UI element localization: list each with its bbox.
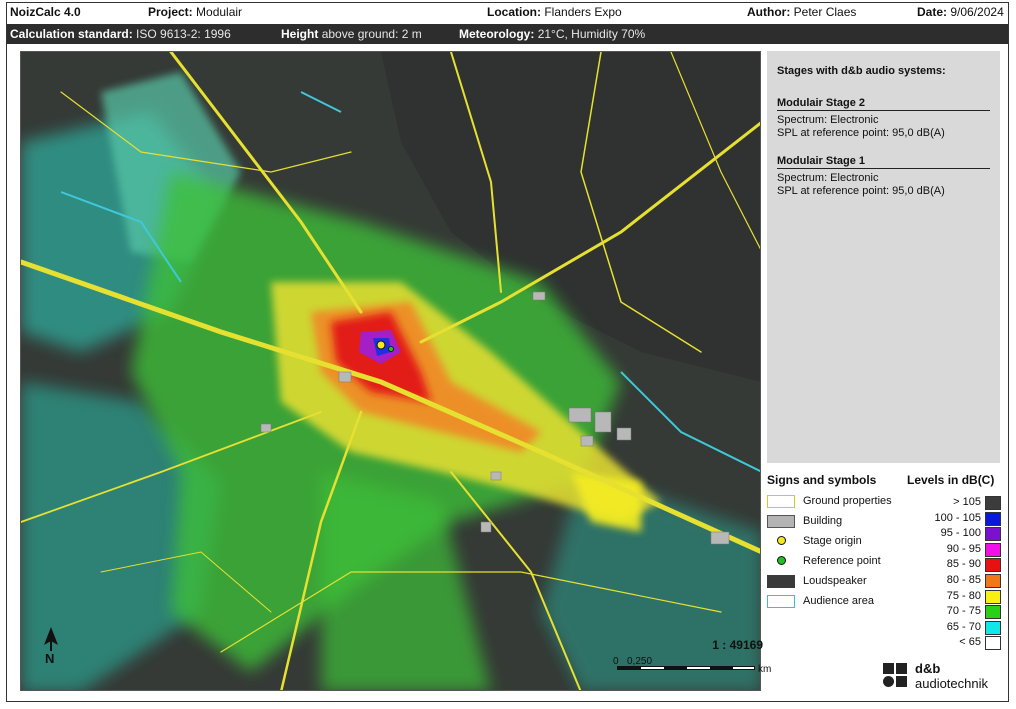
stages-panel: Stages with d&b audio systems: Modulair … xyxy=(767,51,1000,463)
level-label: 90 - 95 xyxy=(946,542,981,555)
author-value: Peter Claes xyxy=(793,5,857,19)
level-color-swatch xyxy=(985,636,1001,651)
levels-title: Levels in dB(C) xyxy=(907,473,995,487)
level-row: 80 - 85 xyxy=(907,573,1005,589)
project-field: Project: Modulair xyxy=(148,5,243,19)
level-label: 70 - 75 xyxy=(946,605,981,618)
ground-properties-icon xyxy=(767,495,795,508)
level-color-swatch xyxy=(985,527,1001,542)
location-field: Location: Flanders Expo xyxy=(487,5,622,19)
scale-bar-graphic xyxy=(617,666,755,670)
author-field: Author: Peter Claes xyxy=(747,5,857,19)
stage-spl: SPL at reference point: 95,0 dB(A) xyxy=(777,185,945,197)
level-color-swatch xyxy=(985,573,1001,588)
logo-mark-icon xyxy=(883,663,909,689)
level-label: 95 - 100 xyxy=(940,527,981,540)
building-icon xyxy=(767,515,795,528)
scale-ratio: 1 : 49169 xyxy=(712,638,763,652)
stage-origin-marker[interactable] xyxy=(376,340,386,350)
level-label: 100 - 105 xyxy=(934,511,981,524)
level-label: 85 - 90 xyxy=(946,558,981,571)
level-row: 100 - 105 xyxy=(907,511,1005,527)
north-label: N xyxy=(45,651,55,666)
height-info: Height above ground: 2 m xyxy=(281,27,422,41)
legend-item: Reference point xyxy=(767,553,907,573)
level-label: 75 - 80 xyxy=(946,589,981,602)
level-label: < 65 xyxy=(959,636,981,649)
stage-spectrum: Spectrum: Electronic xyxy=(777,114,879,126)
north-arrow: N xyxy=(41,625,61,671)
app-name: NoizCalc 4.0 xyxy=(10,5,81,19)
stages-heading: Stages with d&b audio systems: xyxy=(777,65,946,77)
calculation-standard: Calculation standard: ISO 9613-2: 1996 xyxy=(10,27,231,41)
audience-area-icon xyxy=(767,595,795,608)
level-label: 65 - 70 xyxy=(946,620,981,633)
meteorology-info: Meteorology: 21°C, Humidity 70% xyxy=(459,27,646,41)
logo-line-1: d&b xyxy=(915,661,941,676)
level-row: 75 - 80 xyxy=(907,589,1005,605)
db-audiotechnik-logo: d&b audiotechnik xyxy=(883,659,1003,693)
level-color-swatch xyxy=(985,511,1001,526)
logo-line-2: audiotechnik xyxy=(915,676,988,691)
level-color-swatch xyxy=(985,605,1001,620)
legend-item: Ground properties xyxy=(767,493,907,513)
level-row: > 105 xyxy=(907,495,1005,511)
project-value: Modulair xyxy=(196,5,243,19)
level-row: 90 - 95 xyxy=(907,542,1005,558)
loudspeaker-icon xyxy=(767,575,795,588)
level-color-swatch xyxy=(985,620,1001,635)
level-color-swatch xyxy=(985,589,1001,604)
signs-title: Signs and symbols xyxy=(767,473,877,487)
location-value: Flanders Expo xyxy=(544,5,622,19)
stage-spl: SPL at reference point: 95,0 dB(A) xyxy=(777,127,945,139)
title-bar: NoizCalc 4.0 Project: Modulair Location:… xyxy=(7,3,1008,22)
signs-legend: Signs and symbols Ground properties Buil… xyxy=(767,473,907,613)
noise-map-canvas xyxy=(21,52,760,690)
level-row: 95 - 100 xyxy=(907,526,1005,542)
report-frame: NoizCalc 4.0 Project: Modulair Location:… xyxy=(6,2,1009,702)
level-row: 70 - 75 xyxy=(907,604,1005,620)
legend-item: Audience area xyxy=(767,593,907,613)
stage-name: Modulair Stage 1 xyxy=(777,155,990,169)
level-row: 85 - 90 xyxy=(907,557,1005,573)
legend-item: Building xyxy=(767,513,907,533)
scale-unit: km xyxy=(758,664,772,675)
stage-spectrum: Spectrum: Electronic xyxy=(777,172,879,184)
date-field: Date: 9/06/2024 xyxy=(917,5,1004,19)
reference-point-icon xyxy=(777,556,786,565)
level-row: < 65 xyxy=(907,635,1005,651)
legend-item: Loudspeaker xyxy=(767,573,907,593)
level-color-swatch xyxy=(985,558,1001,573)
level-row: 65 - 70 xyxy=(907,620,1005,636)
level-label: > 105 xyxy=(953,496,981,508)
level-color-swatch xyxy=(985,542,1001,557)
scale-bar: 1 : 49169 0 0,250 km xyxy=(605,638,775,678)
levels-legend: Levels in dB(C) > 105 100 - 105 95 - 100 90… xyxy=(907,473,1005,651)
date-value: 9/06/2024 xyxy=(950,5,1004,19)
level-color-swatch xyxy=(985,496,1001,510)
stage-origin-icon xyxy=(777,536,786,545)
stage-entry: Modulair Stage 1 Spectrum: Electronic SP… xyxy=(777,155,990,198)
reference-point-marker[interactable] xyxy=(388,346,394,352)
legend-item: Stage origin xyxy=(767,533,907,553)
stage-entry: Modulair Stage 2 Spectrum: Electronic SP… xyxy=(777,97,990,140)
level-label: 80 - 85 xyxy=(946,573,981,586)
stage-name: Modulair Stage 2 xyxy=(777,97,990,111)
calculation-info-bar: Calculation standard: ISO 9613-2: 1996 H… xyxy=(7,24,1008,44)
noise-map[interactable] xyxy=(20,51,761,691)
